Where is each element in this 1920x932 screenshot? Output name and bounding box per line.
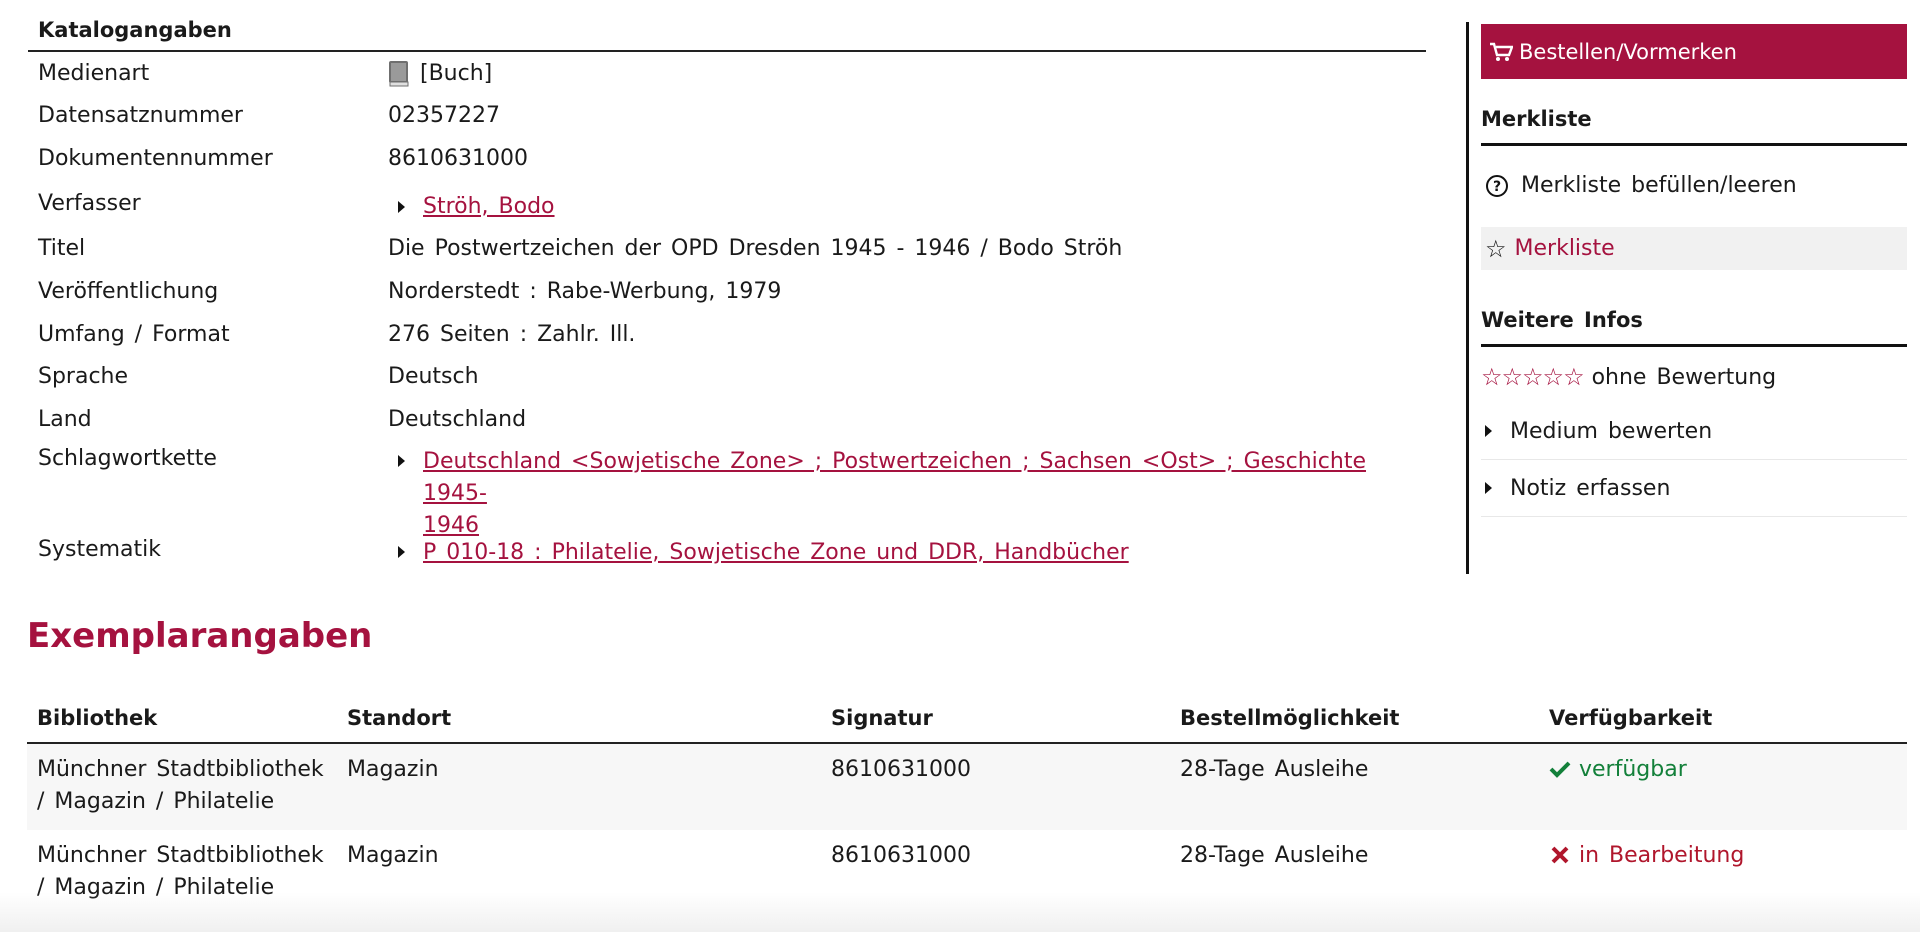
- titel-value: Die Postwertzeichen der OPD Dresden 1945…: [388, 236, 1123, 261]
- row-umfang: Umfang / Format 276 Seiten : Zahlr. Ill.: [28, 313, 1426, 355]
- bottom-shadow: [0, 892, 1920, 932]
- cart-icon: [1490, 42, 1513, 61]
- check-icon: [1549, 761, 1571, 778]
- datensatz-label: Datensatznummer: [38, 103, 243, 128]
- catalog-section: Katalogangaben Medienart [Buch] Datensat…: [28, 18, 1426, 571]
- row-titel: Titel Die Postwertzeichen der OPD Dresde…: [28, 227, 1426, 270]
- exemplar-table: Bibliothek Standort Signatur Bestellmögl…: [27, 700, 1907, 916]
- sidebar: Bestellen/Vormerken Merkliste ? Merklist…: [1481, 24, 1907, 517]
- cell-signatur: 8610631000: [821, 743, 1170, 830]
- merkliste-link-row[interactable]: ☆ Merkliste: [1481, 227, 1907, 270]
- status-unavailable: in Bearbeitung: [1579, 843, 1745, 868]
- note-label: Notiz erfassen: [1510, 475, 1671, 501]
- help-circle-icon: ?: [1486, 174, 1508, 197]
- note-item[interactable]: Notiz erfassen: [1481, 460, 1907, 517]
- col-signatur: Signatur: [821, 700, 1170, 744]
- land-label: Land: [38, 406, 92, 432]
- col-standort: Standort: [337, 700, 821, 744]
- umfang-label: Umfang / Format: [38, 321, 230, 347]
- sprache-label: Sprache: [38, 364, 129, 389]
- rate-medium-label: Medium bewerten: [1510, 418, 1713, 444]
- rating-stars-icon[interactable]: ☆☆☆☆☆: [1481, 363, 1585, 391]
- row-dokumentennummer: Dokumentennummer 8610631000: [28, 137, 1426, 180]
- titel-label: Titel: [38, 236, 86, 261]
- sidebar-divider: [1466, 22, 1469, 574]
- exemplar-heading: Exemplarangaben: [27, 616, 373, 656]
- expand-arrow-icon[interactable]: [398, 200, 405, 213]
- land-value: Deutschland: [388, 406, 527, 432]
- row-verfasser: Verfasser Ströh, Bodo: [28, 180, 1426, 227]
- merkliste-toggle-label: Merkliste befüllen/leeren: [1521, 173, 1797, 198]
- schlagwort-line1: Deutschland <Sowjetische Zone> ; Postwer…: [423, 449, 1366, 506]
- row-land: Land Deutschland: [28, 398, 1426, 440]
- order-button[interactable]: Bestellen/Vormerken: [1481, 24, 1907, 79]
- rating-text: ohne Bewertung: [1591, 364, 1777, 390]
- medienart-value: [Buch]: [420, 60, 493, 86]
- schlagwort-link[interactable]: Deutschland <Sowjetische Zone> ; Postwer…: [423, 446, 1426, 542]
- row-schlagwortkette: Schlagwortkette Deutschland <Sowjetische…: [28, 440, 1426, 538]
- merkliste-toggle[interactable]: ? Merkliste befüllen/leeren: [1481, 163, 1907, 208]
- cell-bibliothek: Münchner Stadtbibliothek / Magazin / Phi…: [27, 743, 337, 830]
- order-button-label: Bestellen/Vormerken: [1519, 39, 1737, 64]
- star-icon: ☆: [1485, 234, 1507, 263]
- row-systematik: Systematik P 010-18 : Philatelie, Sowjet…: [28, 527, 1426, 571]
- table-row: Münchner Stadtbibliothek / Magazin / Phi…: [27, 743, 1907, 830]
- bibliothek-line1: Münchner Stadtbibliothek: [37, 757, 324, 782]
- merkliste-link[interactable]: Merkliste: [1515, 236, 1615, 261]
- systematik-link[interactable]: P 010-18 : Philatelie, Sowjetische Zone …: [423, 540, 1129, 565]
- expand-arrow-icon: [1485, 482, 1492, 494]
- row-sprache: Sprache Deutsch: [28, 355, 1426, 398]
- expand-arrow-icon[interactable]: [398, 455, 405, 467]
- row-veroeffentlichung: Veröffentlichung Norderstedt : Rabe-Werb…: [28, 270, 1426, 313]
- cell-standort: Magazin: [337, 743, 821, 830]
- merkliste-heading: Merkliste: [1481, 107, 1907, 146]
- schlagwort-label: Schlagwortkette: [38, 446, 217, 471]
- umfang-value: 276 Seiten : Zahlr. Ill.: [388, 321, 636, 347]
- status-available: verfügbar: [1579, 757, 1687, 782]
- verfasser-label: Verfasser: [38, 191, 141, 216]
- medienart-label: Medienart: [38, 60, 150, 86]
- cell-bestellung: 28-Tage Ausleihe: [1170, 743, 1539, 830]
- col-bibliothek: Bibliothek: [27, 700, 337, 744]
- veroeffentlichung-value: Norderstedt : Rabe-Werbung, 1979: [388, 279, 782, 304]
- verfasser-link[interactable]: Ströh, Bodo: [423, 194, 555, 219]
- datensatz-value: 02357227: [388, 103, 500, 128]
- expand-arrow-icon: [1485, 425, 1492, 437]
- sprache-value: Deutsch: [388, 364, 479, 389]
- col-verfuegbarkeit: Verfügbarkeit: [1539, 700, 1907, 744]
- col-bestellmoeglichkeit: Bestellmöglichkeit: [1170, 700, 1539, 744]
- systematik-label: Systematik: [38, 536, 161, 562]
- expand-arrow-icon[interactable]: [398, 546, 405, 558]
- weitere-infos-heading: Weitere Infos: [1481, 308, 1907, 347]
- cross-icon: [1551, 846, 1569, 864]
- dokument-value: 8610631000: [388, 146, 528, 171]
- row-datensatznummer: Datensatznummer 02357227: [28, 94, 1426, 137]
- svg-text:?: ?: [1493, 179, 1501, 195]
- cell-status: verfügbar: [1539, 743, 1907, 830]
- catalog-heading: Katalogangaben: [28, 18, 1426, 52]
- veroeffentlichung-label: Veröffentlichung: [38, 279, 219, 304]
- table-header-row: Bibliothek Standort Signatur Bestellmögl…: [27, 700, 1907, 744]
- dokument-label: Dokumentennummer: [38, 146, 273, 171]
- rating-row: ☆☆☆☆☆ ohne Bewertung: [1481, 351, 1907, 403]
- rate-medium-item[interactable]: Medium bewerten: [1481, 403, 1907, 460]
- book-icon: [389, 60, 409, 86]
- bibliothek-line1: Münchner Stadtbibliothek: [37, 843, 324, 868]
- bibliothek-line2: / Magazin / Philatelie: [37, 789, 275, 814]
- row-medienart: Medienart [Buch]: [28, 52, 1426, 94]
